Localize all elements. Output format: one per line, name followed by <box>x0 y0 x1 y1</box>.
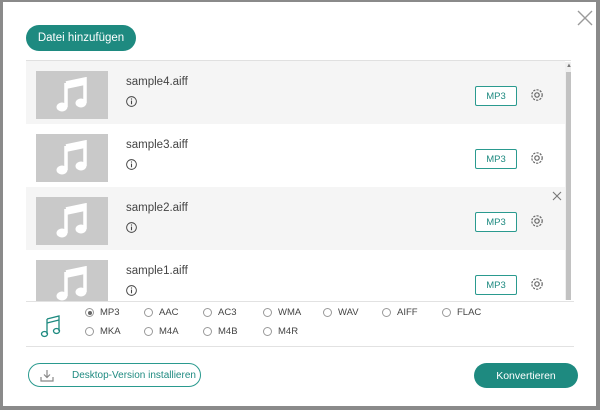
radio-button[interactable] <box>263 308 272 317</box>
file-name: sample4.aiff <box>126 76 188 88</box>
format-option-aiff[interactable]: AIFF <box>382 307 418 318</box>
radio-button[interactable] <box>203 327 212 336</box>
download-icon <box>40 369 54 382</box>
format-option-wav[interactable]: WAV <box>323 307 359 318</box>
format-option-flac[interactable]: FLAC <box>442 307 481 318</box>
list-item: sample3.aiff MP3 <box>26 124 565 187</box>
file-name: sample3.aiff <box>126 139 188 151</box>
music-note-icon <box>40 315 61 338</box>
info-icon[interactable] <box>126 159 137 170</box>
format-option-wma[interactable]: WMA <box>263 307 301 318</box>
radio-button[interactable] <box>203 308 212 317</box>
file-name: sample2.aiff <box>126 202 188 214</box>
radio-button[interactable] <box>144 308 153 317</box>
remove-file-icon[interactable] <box>552 191 562 201</box>
format-option-mp3[interactable]: MP3 <box>85 307 120 318</box>
converter-dialog: Datei hinzufügen sample4.aiff MP3 sample… <box>3 2 596 406</box>
file-list: sample4.aiff MP3 sample3.aiff MP3 sample… <box>26 60 571 302</box>
list-item: sample2.aiff MP3 <box>26 187 565 250</box>
install-desktop-button[interactable]: Desktop-Version installieren <box>28 363 201 387</box>
output-format-button[interactable]: MP3 <box>475 212 517 232</box>
format-option-ac3[interactable]: AC3 <box>203 307 236 318</box>
file-thumbnail <box>36 134 108 182</box>
divider <box>26 346 574 347</box>
format-option-m4r[interactable]: M4R <box>263 326 298 337</box>
output-format-button[interactable]: MP3 <box>475 86 517 106</box>
radio-button[interactable] <box>144 327 153 336</box>
scrollbar-thumb[interactable] <box>566 72 571 300</box>
radio-button[interactable] <box>85 327 94 336</box>
file-name: sample1.aiff <box>126 265 188 277</box>
file-thumbnail <box>36 197 108 245</box>
file-thumbnail <box>36 260 108 302</box>
scroll-up-arrow-icon[interactable]: ▲ <box>566 63 572 69</box>
format-option-m4b[interactable]: M4B <box>203 326 238 337</box>
format-option-m4a[interactable]: M4A <box>144 326 179 337</box>
info-icon[interactable] <box>126 285 137 296</box>
install-label: Desktop-Version installieren <box>72 369 196 381</box>
info-icon[interactable] <box>126 222 137 233</box>
radio-button[interactable] <box>323 308 332 317</box>
list-item: sample4.aiff MP3 <box>26 61 565 124</box>
output-format-button[interactable]: MP3 <box>475 275 517 295</box>
music-note-icon <box>56 266 87 301</box>
gear-icon[interactable] <box>529 213 545 229</box>
close-icon[interactable] <box>576 9 594 27</box>
music-note-icon <box>56 77 87 112</box>
radio-button[interactable] <box>382 308 391 317</box>
list-item: sample1.aiff MP3 <box>26 250 565 302</box>
radio-button[interactable] <box>263 327 272 336</box>
divider <box>26 301 574 302</box>
format-option-mka[interactable]: MKA <box>85 326 121 337</box>
format-option-aac[interactable]: AAC <box>144 307 179 318</box>
gear-icon[interactable] <box>529 150 545 166</box>
music-note-icon <box>56 140 87 175</box>
add-file-button[interactable]: Datei hinzufügen <box>26 25 136 51</box>
gear-icon[interactable] <box>529 87 545 103</box>
radio-button[interactable] <box>85 308 94 317</box>
music-note-icon <box>56 203 87 238</box>
gear-icon[interactable] <box>529 276 545 292</box>
convert-button[interactable]: Konvertieren <box>474 363 578 388</box>
file-thumbnail <box>36 71 108 119</box>
radio-button[interactable] <box>442 308 451 317</box>
output-format-button[interactable]: MP3 <box>475 149 517 169</box>
info-icon[interactable] <box>126 96 137 107</box>
